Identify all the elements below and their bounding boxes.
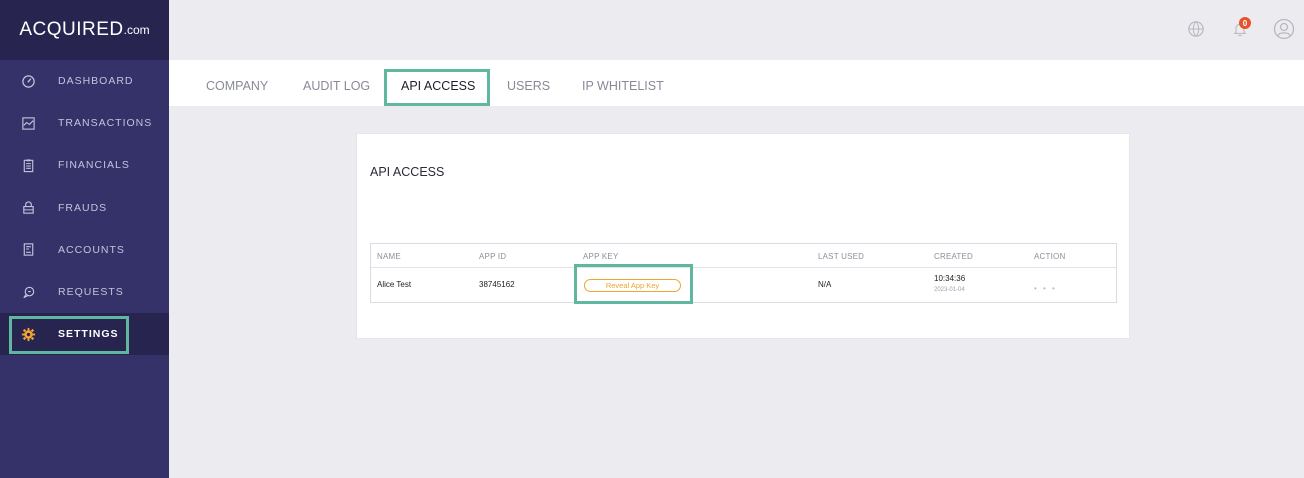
cell-last-used: N/A [818, 280, 832, 289]
divider [371, 267, 1116, 268]
sidebar-item-label: ACCOUNTS [58, 243, 125, 256]
document-icon [20, 242, 36, 258]
brand-name: ACQUIRED [19, 19, 124, 40]
sidebar-item-label: REQUESTS [58, 286, 124, 299]
clipboard-icon [20, 157, 36, 173]
notifications-button[interactable]: 0 [1228, 17, 1252, 41]
header-toolbar: 0 [1184, 0, 1304, 58]
brand-suffix: .com [123, 23, 150, 37]
card-title: API ACCESS [370, 165, 445, 179]
settings-tabs: COMPANY AUDIT LOG API ACCESS USERS IP WH… [169, 60, 1304, 106]
chart-icon [20, 115, 36, 131]
sidebar-item-dashboard[interactable]: DASHBOARD [0, 60, 169, 102]
sidebar-item-label: FRAUDS [58, 201, 108, 214]
column-header: APP ID [479, 252, 507, 261]
tab-audit-log[interactable]: AUDIT LOG [303, 79, 370, 93]
column-header: LAST USED [818, 252, 865, 261]
notification-badge: 0 [1239, 17, 1251, 29]
highlight-box [574, 264, 693, 304]
highlight-box [384, 69, 490, 106]
highlight-box [9, 316, 129, 354]
cell-app-id: 38745162 [479, 280, 515, 289]
sidebar-item-accounts[interactable]: ACCOUNTS [0, 229, 169, 271]
brand-logo[interactable]: ACQUIRED .com [0, 0, 169, 60]
sidebar-item-label: TRANSACTIONS [58, 117, 153, 130]
row-actions-menu[interactable]: • • • [1034, 284, 1057, 293]
dashboard-icon [20, 73, 36, 89]
lock-icon [20, 200, 36, 216]
sidebar-item-label: DASHBOARD [58, 75, 134, 88]
cell-created-time: 10:34:36 [934, 274, 966, 283]
tab-ip-whitelist[interactable]: IP WHITELIST [582, 79, 664, 93]
cell-name: Alice Test [377, 280, 412, 289]
sidebar-item-label: FINANCIALS [58, 159, 130, 172]
column-header: ACTION [1034, 252, 1066, 261]
api-access-card: API ACCESS NAME APP ID APP KEY LAST USED… [356, 133, 1130, 339]
sidebar-nav: DASHBOARD TRANSACTIONS FINANCIALS FRAUDS… [0, 60, 169, 356]
user-icon[interactable] [1272, 17, 1296, 41]
column-header: APP KEY [583, 252, 619, 261]
tab-users[interactable]: USERS [507, 79, 550, 93]
column-header: NAME [377, 252, 401, 261]
chat-icon [20, 284, 36, 300]
sidebar-item-financials[interactable]: FINANCIALS [0, 144, 169, 186]
cell-created-date: 2023-01-04 [934, 287, 965, 293]
sidebar-item-transactions[interactable]: TRANSACTIONS [0, 102, 169, 144]
column-header: CREATED [934, 252, 974, 261]
globe-icon[interactable] [1184, 17, 1208, 41]
api-keys-table: NAME APP ID APP KEY LAST USED CREATED AC… [370, 243, 1117, 303]
tab-company[interactable]: COMPANY [206, 79, 268, 93]
sidebar-item-requests[interactable]: REQUESTS [0, 271, 169, 313]
sidebar: ACQUIRED .com DASHBOARD TRANSACTIONS FINA… [0, 0, 169, 478]
sidebar-item-frauds[interactable]: FRAUDS [0, 187, 169, 229]
